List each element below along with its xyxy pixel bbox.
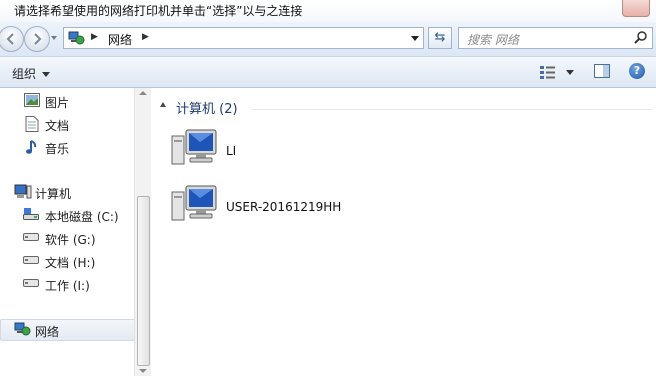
address-row: ▶ 网络 ▶ ⇆ 搜索 网络 [0,22,656,57]
refresh-icon: ⇆ [434,30,446,45]
window-title: 请选择希望使用的网络打印机并单击“选择”以与之连接 [14,4,303,18]
sidebar-item-drive-g[interactable]: 软件 (G:) [0,228,134,248]
computer-item-user[interactable]: USER-20161219HH [170,184,470,230]
sidebar-item-label: 文档 [45,119,70,133]
content-pane: 计算机 (2) LI USER-20161219HH [152,88,656,376]
breadcrumb-network[interactable]: 网络 [108,31,132,48]
recent-pages-dropdown[interactable] [51,36,57,40]
breadcrumb-separator[interactable]: ▶ [142,32,149,42]
help-icon: ? [633,64,641,77]
sidebar-item-drive-h[interactable]: 文档 (H:) [0,251,134,271]
group-title: 计算机 (2) [176,102,238,117]
forward-button[interactable] [24,26,50,52]
sidebar-item-music[interactable]: 音乐 [0,137,134,157]
sidebar-item-label: 软件 (G:) [45,233,96,247]
view-dropdown-icon[interactable] [566,70,574,75]
music-icon [26,140,37,154]
sidebar-item-network[interactable]: 网络 [0,319,136,341]
group-divider [252,109,652,110]
sidebar-item-computer[interactable]: 计算机 [0,182,134,202]
network-computer-icon [171,129,217,165]
sidebar-item-label: 本地磁盘 (C:) [45,210,119,224]
title-bar: 请选择希望使用的网络打印机并单击“选择”以与之连接 [0,0,656,22]
computer-icon [14,184,32,199]
drive-icon [23,279,39,287]
sidebar-item-label: 计算机 [35,187,72,201]
sidebar-item-label: 网络 [35,325,60,339]
address-bar[interactable]: ▶ 网络 ▶ [63,27,424,49]
sidebar-item-label: 工作 (I:) [45,279,90,293]
close-button[interactable] [622,0,650,17]
chevron-down-icon [42,72,51,77]
navigation-pane: 图片 文档 音乐 计算机 本地磁盘 (C:) 软件 (G:) 文档 (H:) 工… [0,88,150,376]
back-arrow-icon [6,33,14,45]
scroll-thumb[interactable] [137,196,150,366]
collapse-arrow-icon[interactable] [160,102,166,107]
refresh-button[interactable]: ⇆ [428,27,452,49]
network-icon [14,322,31,336]
organize-label: 组织 [12,67,37,81]
network-icon [68,31,85,45]
sidebar-item-label: 文档 (H:) [45,256,96,270]
computer-name: LI [226,144,237,158]
organize-menu[interactable]: 组织 [12,65,51,82]
system-drive-icon [23,208,39,220]
back-button[interactable] [0,26,24,52]
search-icon[interactable] [634,31,648,45]
drive-icon [23,256,39,264]
search-placeholder: 搜索 网络 [467,33,519,47]
command-bar: 组织 ? [0,57,656,88]
scroll-up-icon[interactable] [139,91,147,95]
scroll-down-icon[interactable] [139,369,147,373]
network-computer-icon [171,185,217,221]
sidebar-item-label: 图片 [45,96,70,110]
nav-scrollbar[interactable] [134,88,151,376]
forward-arrow-icon [34,33,42,45]
computer-item-li[interactable]: LI [170,128,470,174]
preview-pane-icon[interactable] [594,64,610,78]
help-button[interactable]: ? [629,63,645,79]
sidebar-item-documents[interactable]: 文档 [0,114,134,134]
sidebar-item-drive-i[interactable]: 工作 (I:) [0,274,134,294]
address-history-dropdown[interactable] [411,36,419,41]
search-box[interactable]: 搜索 网络 [458,27,653,49]
sidebar-item-drive-c[interactable]: 本地磁盘 (C:) [0,205,134,225]
computer-name: USER-20161219HH [226,200,342,214]
pictures-icon [24,93,40,107]
view-options-icon[interactable] [540,65,558,79]
breadcrumb-separator[interactable]: ▶ [91,32,98,42]
documents-icon [25,116,39,132]
drive-icon [23,233,39,241]
sidebar-item-pictures[interactable]: 图片 [0,91,134,111]
sidebar-item-label: 音乐 [45,142,70,156]
